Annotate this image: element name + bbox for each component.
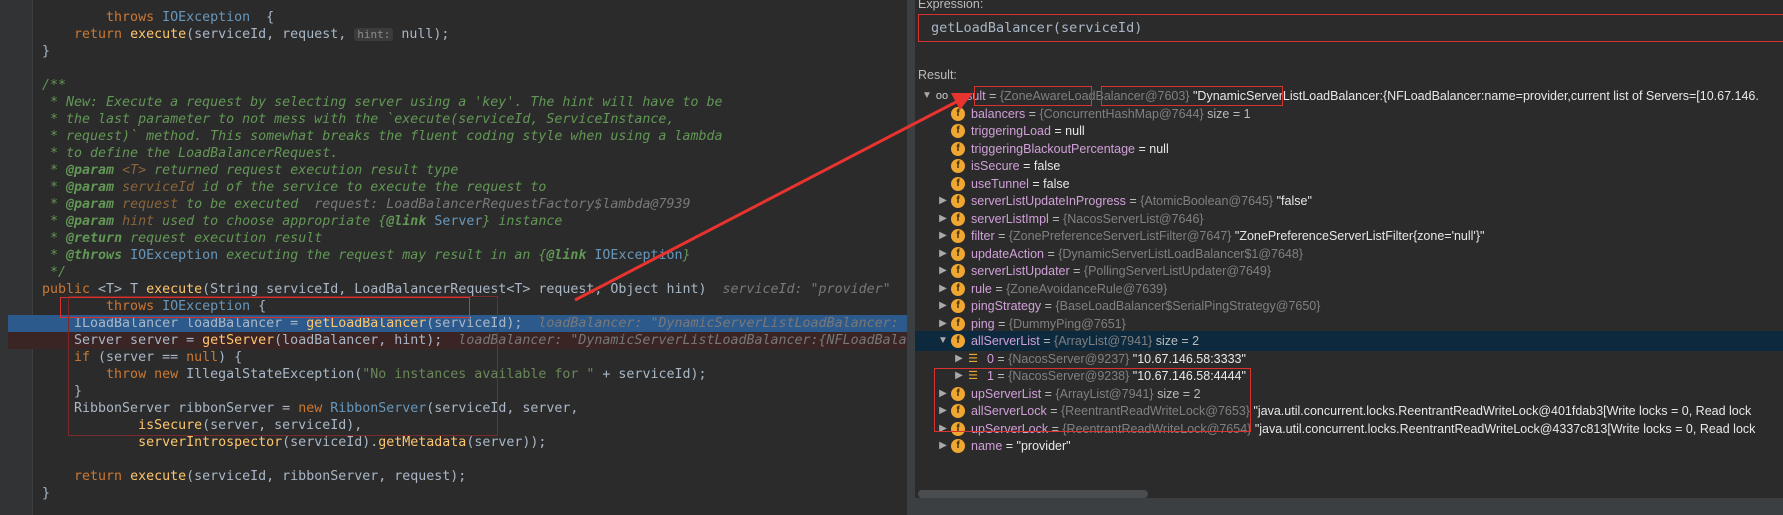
- annotation-arrow: [574, 93, 973, 302]
